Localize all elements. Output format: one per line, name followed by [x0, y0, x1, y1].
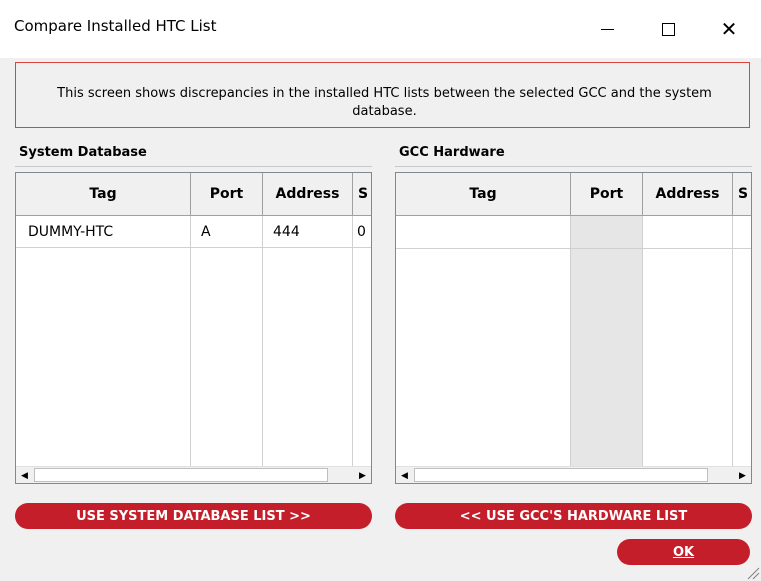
column-divider — [732, 216, 733, 466]
scroll-thumb[interactable] — [414, 468, 708, 482]
column-divider — [570, 216, 571, 466]
scroll-right-icon[interactable]: ▶ — [354, 467, 371, 483]
ok-button[interactable]: OK — [617, 539, 750, 565]
column-divider — [642, 216, 643, 466]
column-header-tag[interactable]: Tag — [396, 173, 571, 215]
window-title: Compare Installed HTC List — [14, 17, 217, 35]
cell-address: 444 — [263, 216, 353, 247]
gcc-hardware-label: GCC Hardware — [399, 145, 505, 160]
title-bar: Compare Installed HTC List ✕ — [0, 0, 761, 58]
close-button[interactable]: ✕ — [700, 0, 758, 58]
column-header-port[interactable]: Port — [191, 173, 263, 215]
column-header-address[interactable]: Address — [263, 173, 353, 215]
scroll-right-icon[interactable]: ▶ — [734, 467, 751, 483]
grid-header-row: Tag Port Address S — [16, 173, 371, 216]
use-gcc-hardware-list-button[interactable]: << USE GCC'S HARDWARE LIST — [395, 503, 752, 529]
grid-header-row: Tag Port Address S — [396, 173, 751, 216]
resize-grip-icon[interactable] — [746, 566, 760, 580]
close-icon: ✕ — [720, 17, 738, 41]
use-system-database-list-button[interactable]: USE SYSTEM DATABASE LIST >> — [15, 503, 372, 529]
system-database-header: System Database — [15, 141, 372, 167]
horizontal-scrollbar[interactable]: ◀ ▶ — [16, 466, 371, 483]
maximize-button[interactable] — [639, 0, 697, 58]
cell-port: A — [191, 216, 263, 247]
gcc-hardware-header: GCC Hardware — [395, 141, 752, 167]
column-header-address[interactable]: Address — [643, 173, 733, 215]
empty-row-divider — [396, 248, 751, 249]
scroll-left-icon[interactable]: ◀ — [16, 467, 33, 483]
maximize-icon — [661, 22, 675, 36]
scroll-left-icon[interactable]: ◀ — [396, 467, 413, 483]
system-database-grid[interactable]: Tag Port Address S DUMMY-HTC A 444 0 ◀ ▶ — [15, 172, 372, 484]
column-divider — [352, 216, 353, 466]
scroll-thumb[interactable] — [34, 468, 328, 482]
minimize-button[interactable] — [578, 0, 636, 58]
column-divider — [190, 216, 191, 466]
horizontal-scrollbar[interactable]: ◀ ▶ — [396, 466, 751, 483]
column-header-s[interactable]: S — [353, 173, 371, 215]
system-database-label: System Database — [19, 145, 147, 160]
banner-text: This screen shows discrepancies in the i… — [57, 86, 712, 119]
column-header-s[interactable]: S — [733, 173, 751, 215]
column-header-port[interactable]: Port — [571, 173, 643, 215]
column-header-tag[interactable]: Tag — [16, 173, 191, 215]
cell-tag: DUMMY-HTC — [16, 216, 191, 247]
port-column-shade — [570, 216, 642, 466]
minimize-icon — [600, 28, 614, 30]
cell-s: 0 — [357, 223, 366, 240]
gcc-hardware-grid[interactable]: Tag Port Address S ◀ ▶ — [395, 172, 752, 484]
table-row[interactable]: DUMMY-HTC A 444 0 — [16, 216, 371, 248]
info-banner: This screen shows discrepancies in the i… — [15, 62, 750, 128]
column-divider — [262, 216, 263, 466]
